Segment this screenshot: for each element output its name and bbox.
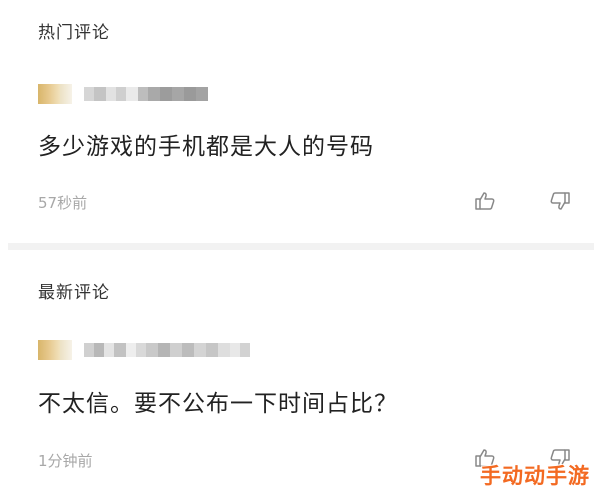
- avatar-blur: [60, 84, 72, 104]
- username-blurred[interactable]: [84, 87, 208, 101]
- hot-comment-user[interactable]: [38, 84, 208, 104]
- comments-page: 热门评论 多少游戏的手机都是大人的号码 57秒前 最新评论 不太信。要不公布一下…: [0, 0, 594, 494]
- latest-comment-user[interactable]: [38, 340, 250, 360]
- thumbs-down-icon[interactable]: [549, 190, 571, 212]
- latest-comment-text: 不太信。要不公布一下时间占比？: [38, 391, 398, 417]
- avatar-blur: [60, 340, 72, 360]
- section-divider: [8, 243, 594, 250]
- username-blurred[interactable]: [84, 343, 250, 357]
- latest-comment-time: 1分钟前: [38, 452, 93, 470]
- hot-comments-title: 热门评论: [38, 23, 110, 43]
- hot-comment-time: 57秒前: [38, 194, 88, 212]
- watermark-logo: 手动动手游: [480, 464, 590, 488]
- hot-comment-text: 多少游戏的手机都是大人的号码: [38, 134, 374, 160]
- latest-comments-title: 最新评论: [38, 283, 110, 303]
- avatar[interactable]: [38, 340, 60, 360]
- thumbs-up-icon[interactable]: [474, 190, 496, 212]
- avatar[interactable]: [38, 84, 60, 104]
